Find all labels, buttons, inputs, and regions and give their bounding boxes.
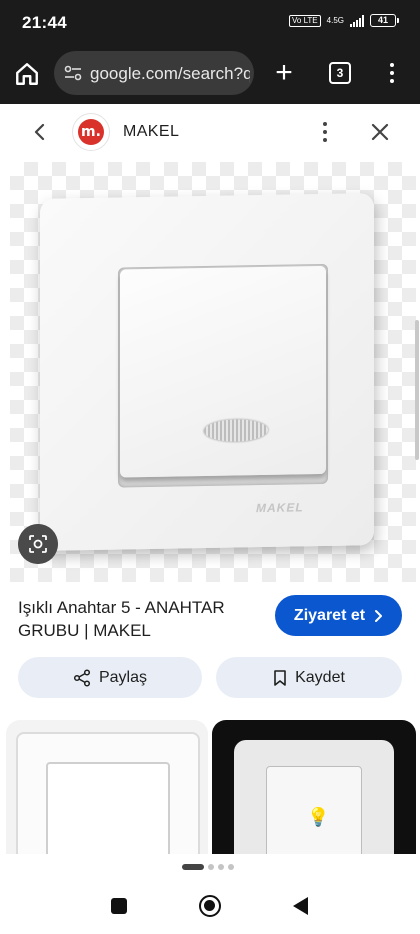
visit-button[interactable]: Ziyaret et [275,595,402,636]
more-options-button[interactable] [318,120,332,144]
url-text: google.com/search?q [90,64,250,83]
product-image[interactable]: MAKEL [10,162,416,582]
save-label: Kaydet [295,668,345,686]
thumb-switch-rocker [46,762,170,854]
tab-switcher-button[interactable]: 3 [329,62,351,84]
related-image-2[interactable]: 💡 [212,720,416,854]
visit-label: Ziyaret et [293,606,366,624]
related-image-1[interactable] [6,720,208,854]
site-logo: m. [72,113,110,151]
carousel-pager [182,864,234,870]
status-icons: Vo LTE 4.5G 41 [289,14,399,27]
pager-dot [218,864,224,870]
pager-dot [228,864,234,870]
home-icon[interactable] [14,61,40,87]
back-nav-icon[interactable] [293,897,308,915]
bookmark-icon [274,669,286,686]
chevron-left-icon[interactable] [28,120,52,144]
recents-icon[interactable] [111,898,127,914]
google-lens-icon[interactable] [18,524,58,564]
thumb-switch-rocker: 💡 [266,766,362,854]
browser-menu-button[interactable] [384,60,400,88]
switch-frame [118,263,328,488]
site-logo-mark: m. [78,119,104,145]
network-type: 4.5G [326,15,344,25]
volte-icon: Vo LTE [289,14,321,27]
bulb-icon: 💡 [307,807,330,827]
close-icon[interactable] [368,120,392,144]
thumb-switch-plate: 💡 [234,740,394,854]
switch-rocker [120,265,326,478]
site-name[interactable]: MAKEL [123,123,179,141]
status-time: 21:44 [22,13,67,32]
save-button[interactable]: Kaydet [216,657,402,698]
battery-icon: 41 [370,14,399,27]
share-icon [73,668,91,687]
viewer-header: m. MAKEL [0,104,420,160]
switch-plate: MAKEL [40,193,374,551]
pager-area [0,854,420,880]
share-label: Paylaş [98,668,148,686]
new-tab-button[interactable]: + [270,58,298,88]
tune-icon[interactable] [64,65,82,81]
thumb-switch-plate [16,732,200,854]
share-button[interactable]: Paylaş [18,657,202,698]
system-nav-bar [0,880,420,934]
address-bar[interactable]: google.com/search?q [54,51,254,95]
result-title[interactable]: Işıklı Anahtar 5 - ANAHTAR GRUBU | MAKEL [18,596,258,642]
home-nav-icon[interactable] [199,895,221,917]
brand-mark: MAKEL [256,500,304,516]
led-indicator [204,418,268,443]
browser-toolbar: google.com/search?q + 3 [0,46,420,104]
image-viewer-sheet: m. MAKEL MAKEL Işıklı Anahtar 5 - ANAHTA… [0,104,420,854]
signal-icon [350,14,364,27]
pager-dot [208,864,214,870]
chevron-right-icon [375,609,383,622]
pager-dot-active [182,864,204,870]
scrollbar[interactable] [415,320,419,460]
status-bar: 21:44 Vo LTE 4.5G 41 [0,0,420,46]
